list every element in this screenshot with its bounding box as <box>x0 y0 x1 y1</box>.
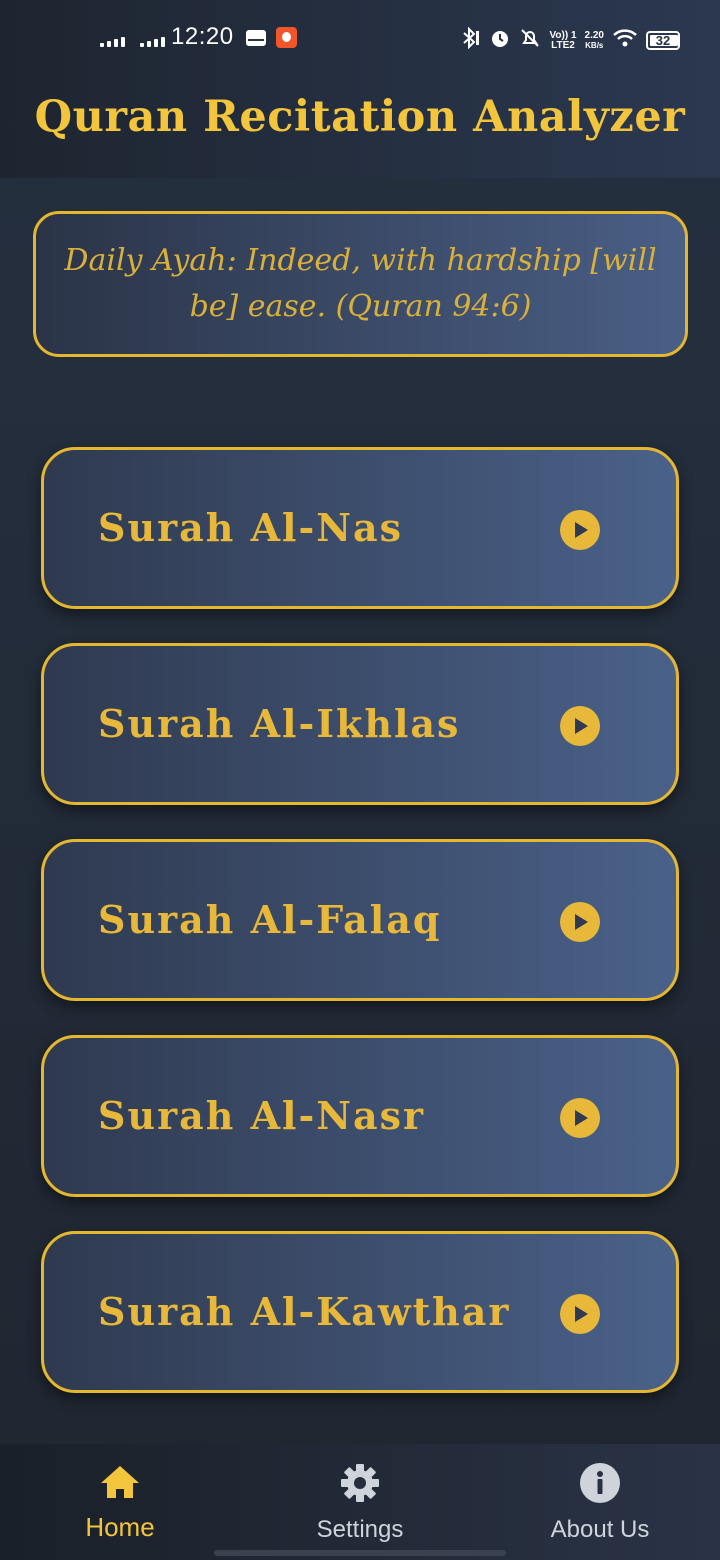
battery-level: 32 <box>655 33 671 48</box>
gesture-bar[interactable] <box>214 1550 506 1556</box>
bottom-navigation: Home Settings About Us <box>0 1444 720 1560</box>
info-icon <box>579 1462 621 1504</box>
volte-label: Vo)) 1 <box>549 29 577 41</box>
page-title: Quran Recitation Analyzer <box>34 92 686 142</box>
play-icon[interactable] <box>560 1294 600 1334</box>
surah-card-al-nasr[interactable]: Surah Al-Nasr <box>41 1035 679 1197</box>
tab-home[interactable]: Home <box>0 1444 240 1560</box>
network-speed: 2.20 KB/s <box>584 29 604 51</box>
home-icon <box>99 1462 141 1504</box>
message-icon <box>246 30 266 46</box>
surah-label: Surah Al-Falaq <box>98 897 442 942</box>
surah-label: Surah Al-Nasr <box>98 1093 426 1138</box>
play-icon[interactable] <box>560 902 600 942</box>
tab-settings-label: Settings <box>316 1516 404 1543</box>
mute-icon <box>519 27 541 54</box>
surah-label: Surah Al-Kawthar <box>98 1289 511 1334</box>
speed-value: 2.20 <box>584 29 604 41</box>
network-type: Vo)) 1 LTE2 <box>549 29 577 51</box>
app-notification-icon <box>276 27 297 48</box>
tab-about-us[interactable]: About Us <box>480 1444 720 1560</box>
signal-icon <box>100 37 125 47</box>
battery-icon: 32 <box>646 31 680 50</box>
signal-icon <box>140 37 165 47</box>
status-right-icons: Vo)) 1 LTE2 2.20 KB/s 32 <box>459 26 680 54</box>
surah-card-al-falaq[interactable]: Surah Al-Falaq <box>41 839 679 1001</box>
tab-about-label: About Us <box>550 1516 650 1543</box>
tab-settings[interactable]: Settings <box>240 1444 480 1560</box>
status-bar: 12:20 Vo)) 1 LTE2 2.20 KB/s 32 <box>0 0 720 76</box>
speed-unit: KB/s <box>585 40 604 50</box>
gear-icon <box>339 1462 381 1504</box>
status-time: 12:20 <box>171 23 234 50</box>
play-icon[interactable] <box>560 510 600 550</box>
wifi-icon <box>612 28 638 53</box>
lte-label: LTE2 <box>551 39 575 51</box>
tab-home-label: Home <box>85 1512 155 1542</box>
surah-card-al-ikhlas[interactable]: Surah Al-Ikhlas <box>41 643 679 805</box>
surah-card-al-kawthar[interactable]: Surah Al-Kawthar <box>41 1231 679 1393</box>
app-screen: 12:20 Vo)) 1 LTE2 2.20 KB/s 32 Quran Rec… <box>0 0 720 1560</box>
daily-ayah-text: Daily Ayah: Indeed, with hardship [will … <box>64 243 657 324</box>
daily-ayah-card: Daily Ayah: Indeed, with hardship [will … <box>33 211 688 357</box>
alarm-icon <box>489 27 511 54</box>
surah-label: Surah Al-Ikhlas <box>98 701 461 746</box>
bluetooth-icon <box>459 26 481 54</box>
play-icon[interactable] <box>560 706 600 746</box>
surah-card-al-nas[interactable]: Surah Al-Nas <box>41 447 679 609</box>
play-icon[interactable] <box>560 1098 600 1138</box>
surah-label: Surah Al-Nas <box>98 505 404 550</box>
